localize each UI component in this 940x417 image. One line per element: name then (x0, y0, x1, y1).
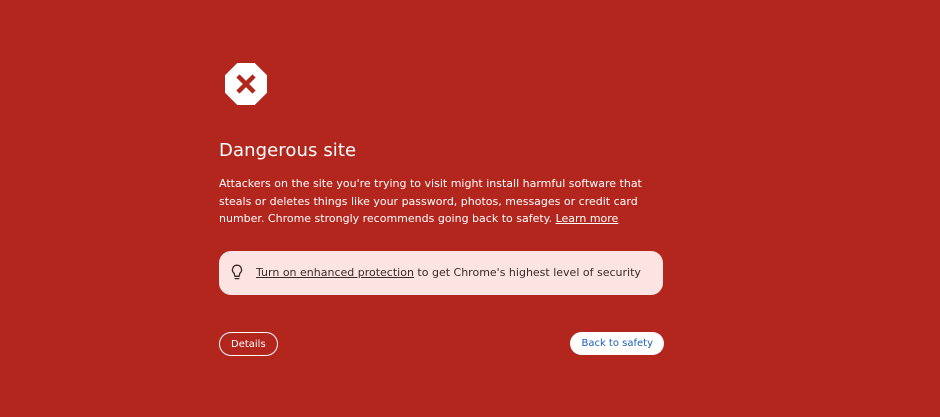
learn-more-link[interactable]: Learn more (556, 212, 619, 225)
lightbulb-icon (231, 264, 243, 280)
details-button[interactable]: Details (219, 332, 278, 356)
octagon-x-icon (225, 63, 267, 105)
enhanced-protection-link[interactable]: Turn on enhanced protection (256, 266, 414, 279)
warning-message: Attackers on the site you're trying to v… (219, 175, 664, 228)
page-title: Dangerous site (219, 140, 357, 161)
interstitial-page: Dangerous site Attackers on the site you… (0, 0, 940, 417)
enhanced-protection-tip: Turn on enhanced protection to get Chrom… (219, 251, 663, 295)
tip-text: Turn on enhanced protection to get Chrom… (256, 265, 641, 281)
back-to-safety-button[interactable]: Back to safety (570, 332, 664, 355)
tip-description: to get Chrome's highest level of securit… (413, 266, 641, 279)
